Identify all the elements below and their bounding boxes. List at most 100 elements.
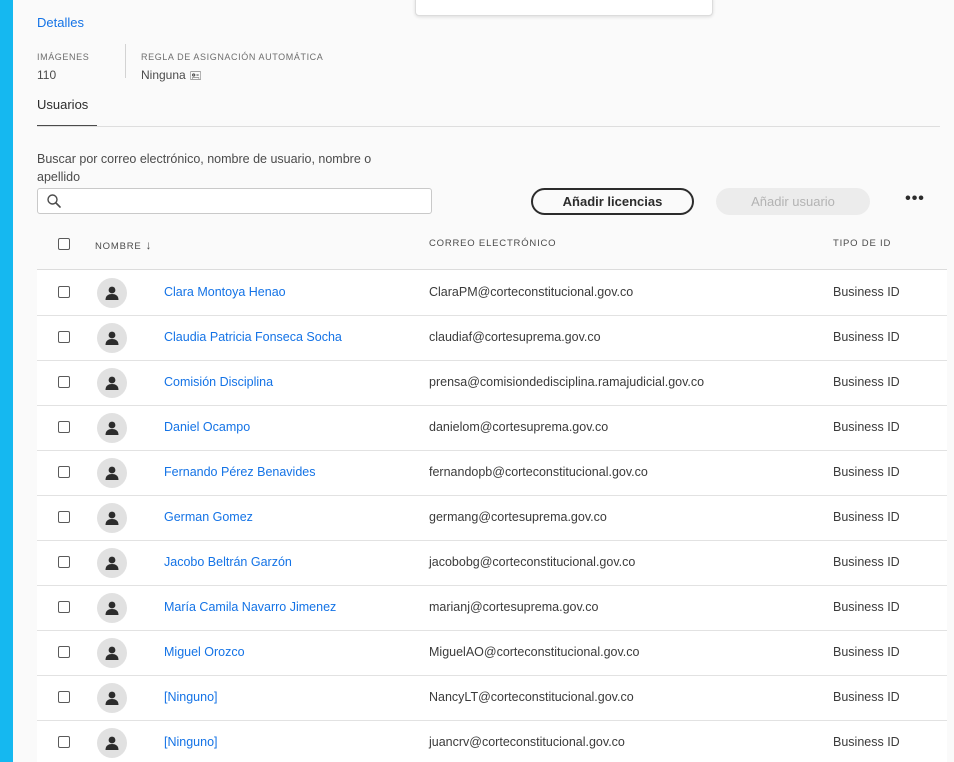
table-row[interactable]: Clara Montoya Henao ClaraPM@corteconstitu… (37, 270, 947, 316)
user-name-link[interactable]: [Ninguno] (164, 735, 218, 749)
user-id-type: Business ID (833, 555, 900, 569)
row-checkbox[interactable] (58, 601, 70, 613)
user-id-type: Business ID (833, 600, 900, 614)
row-checkbox[interactable] (58, 421, 70, 433)
user-icon (105, 376, 119, 390)
row-checkbox[interactable] (58, 466, 70, 478)
user-name-link[interactable]: German Gomez (164, 510, 253, 524)
row-checkbox[interactable] (58, 331, 70, 343)
avatar (97, 458, 127, 488)
row-checkbox[interactable] (58, 556, 70, 568)
user-icon (105, 691, 119, 705)
user-email: NancyLT@corteconstitucional.gov.co (429, 690, 634, 704)
table-row[interactable]: María Camila Navarro Jimenez marianj@cort… (37, 585, 947, 631)
search-label: Buscar por correo electrónico, nombre de… (37, 152, 372, 184)
avatar (97, 638, 127, 668)
user-name-link[interactable]: Jacobo Beltrán Garzón (164, 555, 292, 569)
table-row[interactable]: Fernando Pérez Benavides fernandopb@corte… (37, 450, 947, 496)
table-row[interactable]: [Ninguno] juancrv@corteconstitucional.gov… (37, 720, 947, 762)
table-row[interactable]: Daniel Ocampo danielom@cortesuprema.gov.c… (37, 405, 947, 451)
user-id-type: Business ID (833, 690, 900, 704)
user-id-type: Business ID (833, 330, 900, 344)
avatar (97, 278, 127, 308)
more-options-icon[interactable]: ••• (900, 190, 930, 212)
column-header-name-label: NOMBRE (95, 241, 142, 252)
search-input[interactable] (64, 191, 428, 213)
add-user-button[interactable]: Añadir usuario (716, 188, 870, 215)
user-id-type: Business ID (833, 735, 900, 749)
table-row[interactable]: Claudia Patricia Fonseca Socha claudiaf@c… (37, 315, 947, 361)
user-id-type: Business ID (833, 375, 900, 389)
rule-value: Ninguna (141, 68, 186, 82)
search-field[interactable] (37, 188, 432, 214)
images-value: 110 (37, 68, 57, 82)
user-name-link[interactable]: Daniel Ocampo (164, 420, 250, 434)
user-icon (105, 556, 119, 570)
sort-down-icon[interactable]: ↓ (146, 238, 153, 252)
avatar (97, 683, 127, 713)
column-header-name[interactable]: NOMBRE ↓ (95, 238, 152, 252)
user-group-details-panel: Detalles IMÁGENES 110 REGLA DE ASIGNACIÓ… (13, 0, 954, 762)
tabs-divider (37, 126, 940, 127)
user-email: fernandopb@corteconstitucional.gov.co (429, 465, 648, 479)
user-email: MiguelAO@corteconstitucional.gov.co (429, 645, 640, 659)
meta-divider (125, 44, 126, 78)
table-row[interactable]: Comisión Disciplina prensa@comisiondedisc… (37, 360, 947, 406)
details-link[interactable]: Detalles (37, 15, 84, 30)
user-icon (105, 421, 119, 435)
rule-label: REGLA DE ASIGNACIÓN AUTOMÁTICA (141, 52, 324, 62)
user-icon (105, 331, 119, 345)
users-table-body: Clara Montoya Henao ClaraPM@corteconstitu… (37, 269, 947, 762)
user-email: marianj@cortesuprema.gov.co (429, 600, 599, 614)
row-checkbox[interactable] (58, 646, 70, 658)
tab-usuarios[interactable]: Usuarios (37, 97, 88, 112)
row-checkbox[interactable] (58, 736, 70, 748)
user-name-link[interactable]: Miguel Orozco (164, 645, 245, 659)
user-icon (105, 646, 119, 660)
user-name-link[interactable]: Claudia Patricia Fonseca Socha (164, 330, 342, 344)
avatar (97, 503, 127, 533)
table-header: NOMBRE ↓ CORREO ELECTRÓNICO TIPO DE ID (37, 226, 940, 266)
user-email: juancrv@corteconstitucional.gov.co (429, 735, 625, 749)
user-email: jacobobg@corteconstitucional.gov.co (429, 555, 636, 569)
rule-value-container: Ninguna 🖭 (141, 68, 201, 86)
user-icon (105, 466, 119, 480)
user-name-link[interactable]: Comisión Disciplina (164, 375, 273, 389)
table-row[interactable]: Jacobo Beltrán Garzón jacobobg@corteconst… (37, 540, 947, 586)
table-row[interactable]: Miguel Orozco MiguelAO@corteconstituciona… (37, 630, 947, 676)
search-icon (47, 194, 61, 208)
row-checkbox[interactable] (58, 286, 70, 298)
avatar (97, 323, 127, 353)
select-all-checkbox[interactable] (58, 238, 70, 250)
top-popup (415, 0, 713, 16)
user-name-link[interactable]: María Camila Navarro Jimenez (164, 600, 336, 614)
table-row[interactable]: German Gomez germang@cortesuprema.gov.co B… (37, 495, 947, 541)
user-icon (105, 511, 119, 525)
user-icon (105, 286, 119, 300)
row-checkbox[interactable] (58, 691, 70, 703)
user-name-link[interactable]: [Ninguno] (164, 690, 218, 704)
add-licenses-button[interactable]: Añadir licencias (531, 188, 694, 215)
avatar (97, 368, 127, 398)
user-email: germang@cortesuprema.gov.co (429, 510, 607, 524)
table-row[interactable]: [Ninguno] NancyLT@corteconstitucional.gov… (37, 675, 947, 721)
row-checkbox[interactable] (58, 376, 70, 388)
user-id-type: Business ID (833, 645, 900, 659)
user-icon (105, 601, 119, 615)
user-id-type: Business ID (833, 420, 900, 434)
user-name-link[interactable]: Fernando Pérez Benavides (164, 465, 315, 479)
user-email: danielom@cortesuprema.gov.co (429, 420, 609, 434)
user-email: claudiaf@cortesuprema.gov.co (429, 330, 601, 344)
user-id-type: Business ID (833, 465, 900, 479)
column-header-email: CORREO ELECTRÓNICO (429, 238, 557, 249)
avatar (97, 548, 127, 578)
user-icon (105, 736, 119, 750)
column-header-id-type: TIPO DE ID (833, 238, 892, 249)
user-email: prensa@comisiondedisciplina.ramajudicial… (429, 375, 705, 389)
row-checkbox[interactable] (58, 511, 70, 523)
user-name-link[interactable]: Clara Montoya Henao (164, 285, 286, 299)
images-label: IMÁGENES (37, 52, 90, 62)
avatar (97, 593, 127, 623)
user-email: ClaraPM@corteconstitucional.gov.co (429, 285, 634, 299)
edit-icon[interactable]: 🖭 (190, 71, 202, 82)
